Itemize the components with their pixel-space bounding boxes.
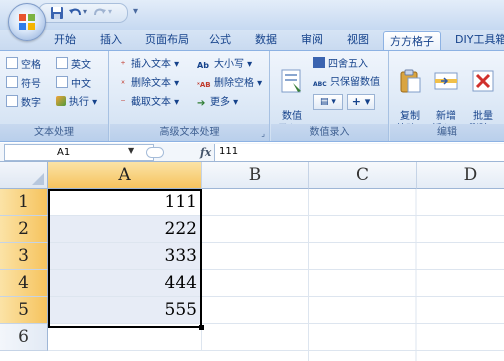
symbol-checkbox-item[interactable]: 符号	[6, 76, 41, 92]
checkbox-icon	[6, 57, 18, 69]
fill-handle[interactable]	[199, 325, 204, 330]
execute-button[interactable]: 执行 ▾	[56, 95, 97, 111]
insert-text-button[interactable]: ⁺ 插入文本 ▾	[118, 57, 179, 73]
copy-paste-button[interactable]: 复制 粘贴 ▾	[393, 55, 427, 135]
paste-icon	[400, 69, 421, 93]
selection-outline	[48, 189, 202, 328]
column-header-a[interactable]: A	[48, 162, 202, 189]
checkbox-icon	[56, 76, 68, 88]
round-icon	[313, 57, 325, 68]
numeric-entry-group: 数值 录入 ▾ 四舍五入 ABC只保留数值 ▤ ▾ + ▾ 数值录入	[271, 51, 389, 141]
ribbon: 空格 英文 符号 中文 数字 执行 ▾ 文本处理 ⁺ 插入文本 ▾ ˣ 删除文本 ▾…	[0, 50, 504, 142]
delete-space-icon: ˣAB	[197, 81, 211, 89]
delete-text-button[interactable]: ˣ 删除文本 ▾	[118, 76, 179, 92]
text-processing-group: 空格 英文 符号 中文 数字 执行 ▾ 文本处理	[0, 51, 109, 141]
group-title: 高级文本处理	[110, 124, 269, 141]
column-header-d[interactable]: D	[417, 162, 504, 189]
ribbon-tab-row: 开始 插入 页面布局 公式 数据 审阅 视图 方方格子 DIY工具箱	[0, 30, 504, 51]
formula-bar: A1 ▼ fx 111	[0, 143, 504, 162]
group-title: 编辑	[390, 124, 504, 141]
redo-icon[interactable]	[93, 6, 107, 20]
cell-a6[interactable]	[48, 324, 202, 351]
numeric-entry-button[interactable]: 数值 录入 ▾	[275, 55, 309, 135]
keep-values-button[interactable]: ABC 只保留数值	[313, 75, 380, 91]
chinese-checkbox-item[interactable]: 中文	[56, 76, 91, 92]
number-format-dropdown[interactable]: ▤ ▾	[313, 94, 343, 110]
empty-cells-area[interactable]	[202, 189, 504, 361]
formula-input[interactable]: 111	[214, 144, 504, 161]
tab-review[interactable]: 审阅	[297, 30, 327, 50]
office-button[interactable]	[8, 3, 46, 41]
resize-handle[interactable]	[146, 147, 164, 158]
row-header-1[interactable]: 1	[0, 189, 48, 216]
numeric-entry-icon	[281, 69, 301, 93]
checkbox-icon	[6, 95, 18, 107]
batch-delete-button[interactable]: 批量 删除 ▾	[466, 55, 500, 135]
tab-insert[interactable]: 插入	[96, 30, 126, 50]
plus-dropdown-button[interactable]: + ▾	[347, 94, 375, 110]
more-button[interactable]: ➔ 更多 ▾	[197, 95, 238, 111]
checkbox-icon	[56, 57, 68, 69]
number-checkbox-item[interactable]: 数字	[6, 95, 41, 111]
delete-icon	[472, 70, 494, 92]
redo-dropdown-icon[interactable]: ▾	[108, 7, 112, 16]
edit-group: 复制 粘贴 ▾ 新增 插入 ▾ 批量 删除 ▾ 编辑	[390, 51, 504, 141]
save-icon[interactable]	[50, 6, 64, 20]
case-icon: Ab	[197, 61, 209, 70]
advanced-text-group: ⁺ 插入文本 ▾ ˣ 删除文本 ▾ ⁻ 截取文本 ▾ Ab 大小写 ▾ ˣAB 删除空格 …	[110, 51, 270, 141]
undo-icon[interactable]	[68, 6, 82, 20]
execute-icon	[56, 96, 66, 106]
row-header-3[interactable]: 3	[0, 243, 48, 270]
row-header-5[interactable]: 5	[0, 297, 48, 324]
insert-icon	[434, 72, 458, 90]
checkbox-icon	[6, 76, 18, 88]
dialog-launcher-icon[interactable]: ⌟	[261, 129, 265, 138]
tab-page-layout[interactable]: 页面布局	[142, 30, 192, 50]
column-header-b[interactable]: B	[202, 162, 309, 189]
select-all-corner[interactable]	[0, 162, 48, 189]
row-header-6[interactable]: 6	[0, 324, 48, 351]
arrow-right-icon: ➔	[197, 98, 206, 109]
undo-dropdown-icon[interactable]: ▾	[83, 7, 87, 16]
select-all-triangle-icon	[32, 173, 44, 185]
english-checkbox-item[interactable]: 英文	[56, 57, 91, 73]
keep-values-icon: ABC	[313, 81, 327, 88]
extract-text-button[interactable]: ⁻ 截取文本 ▾	[118, 95, 179, 111]
row-header-4[interactable]: 4	[0, 270, 48, 297]
row-header-2[interactable]: 2	[0, 216, 48, 243]
column-header-c[interactable]: C	[309, 162, 417, 189]
space-checkbox-item[interactable]: 空格	[6, 57, 41, 73]
group-title: 文本处理	[0, 124, 108, 141]
office-logo-icon	[19, 14, 35, 30]
tab-diy-toolbox[interactable]: DIY工具箱	[455, 30, 504, 50]
insert-text-icon: ⁺	[120, 60, 126, 71]
tab-data[interactable]: 数据	[251, 30, 281, 50]
name-box-dropdown-icon[interactable]: ▼	[128, 146, 134, 155]
case-button[interactable]: Ab 大小写 ▾	[197, 57, 252, 73]
tab-formulas[interactable]: 公式	[205, 30, 235, 50]
extract-text-icon: ⁻	[120, 98, 126, 109]
tab-view[interactable]: 视图	[343, 30, 373, 50]
round-button[interactable]: 四舍五入	[313, 57, 368, 73]
add-insert-button[interactable]: 新增 插入 ▾	[429, 55, 463, 135]
tab-home[interactable]: 开始	[50, 30, 80, 50]
group-title: 数值录入	[271, 124, 388, 141]
tab-ffcell[interactable]: 方方格子	[383, 31, 441, 51]
customize-qat-icon[interactable]: ▾	[133, 6, 138, 17]
delete-text-icon: ˣ	[120, 79, 126, 90]
delete-space-button[interactable]: ˣAB 删除空格 ▾	[197, 76, 262, 92]
